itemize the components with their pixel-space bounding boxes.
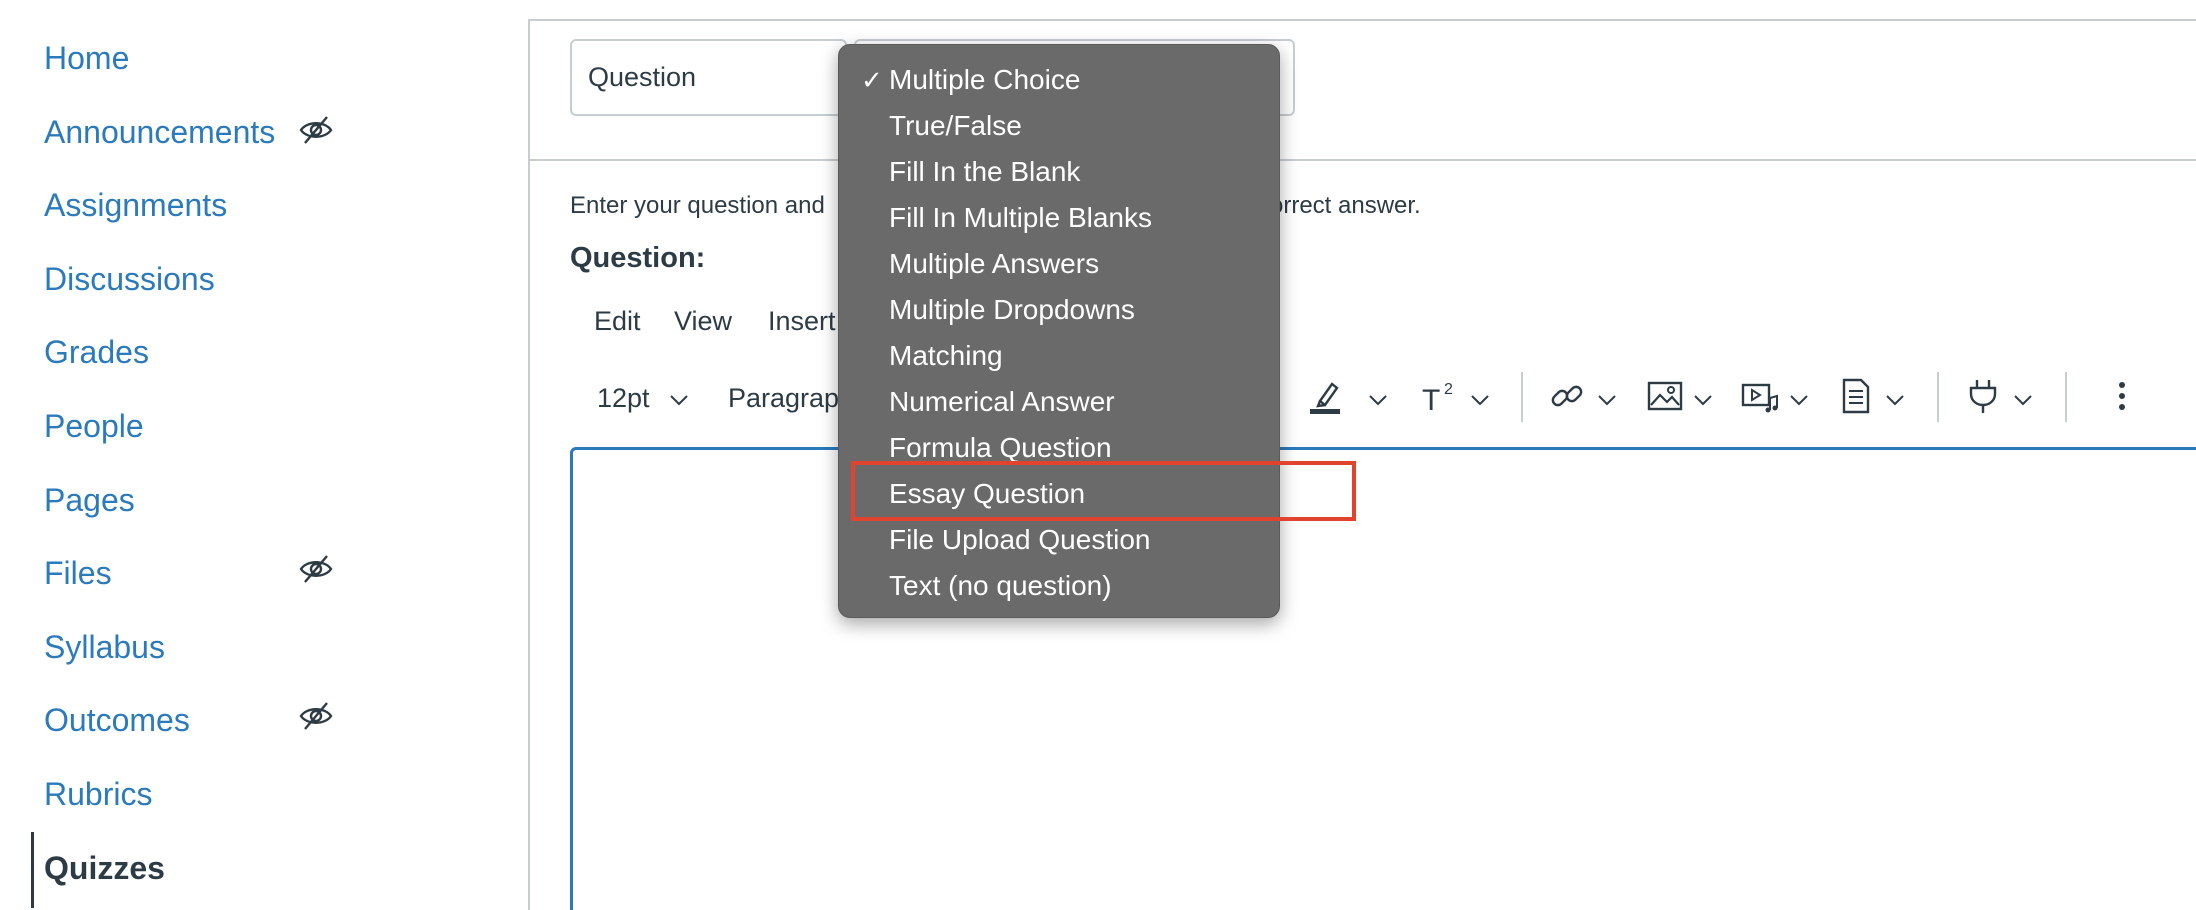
option-label: Multiple Choice [889,64,1081,95]
chevron-down-icon [1471,395,1489,406]
document-icon[interactable] [1836,376,1876,416]
toolbar-divider [1521,372,1523,422]
option-label: Fill In the Blank [889,156,1081,187]
question-type-menu: ✓ Multiple Choice True/False Fill In the… [838,44,1280,618]
option-label: File Upload Question [889,524,1151,555]
option-label: Multiple Dropdowns [889,294,1135,325]
svg-text:2: 2 [1444,381,1453,398]
question-type-option-file-upload-question[interactable]: File Upload Question [839,517,1279,563]
nav-item-grades[interactable]: Grades [44,332,149,372]
option-label: Matching [889,340,1003,371]
nav-item-people[interactable]: People [44,406,144,446]
menu-view[interactable]: View [674,303,732,339]
menu-insert[interactable]: Insert [768,303,836,339]
nav-item-rubrics[interactable]: Rubrics [44,774,152,814]
question-type-option-fill-in-multiple-blanks[interactable]: Fill In Multiple Blanks [839,195,1279,241]
option-label: Formula Question [889,432,1112,463]
question-type-option-multiple-choice[interactable]: ✓ Multiple Choice [839,57,1279,103]
highlight-color-icon[interactable] [1306,376,1346,416]
option-label: True/False [889,110,1022,141]
chevron-down-icon [670,395,688,406]
nav-item-files[interactable]: Files [44,553,112,593]
panel-header-divider [530,159,2196,161]
plugin-icon[interactable] [1963,376,2003,416]
question-type-option-matching[interactable]: Matching [839,333,1279,379]
chevron-down-icon [1369,395,1387,406]
option-label: Text (no question) [889,570,1112,601]
more-options-icon[interactable] [2102,376,2142,416]
chevron-down-icon [1598,395,1616,406]
eye-slash-icon [299,702,333,730]
chevron-down-icon [1694,395,1712,406]
question-type-option-fill-in-the-blank[interactable]: Fill In the Blank [839,149,1279,195]
question-type-option-essay-question[interactable]: Essay Question [839,471,1279,517]
question-instructions-end: orrect answer. [1270,192,1421,219]
question-type-option-numerical-answer[interactable]: Numerical Answer [839,379,1279,425]
eye-slash-icon [299,116,333,144]
nav-item-syllabus[interactable]: Syllabus [44,627,165,667]
nav-item-home[interactable]: Home [44,38,129,78]
font-size-select[interactable]: 12pt [597,380,650,416]
image-icon[interactable] [1645,376,1685,416]
question-type-option-multiple-answers[interactable]: Multiple Answers [839,241,1279,287]
question-type-option-true-false[interactable]: True/False [839,103,1279,149]
active-nav-indicator [31,832,34,908]
chevron-down-icon [1790,395,1808,406]
option-label: Fill In Multiple Blanks [889,202,1152,233]
block-format-select[interactable]: Paragraph [728,380,854,416]
course-navigation: Home Announcements Assignments Discussio… [0,0,528,910]
question-instructions: Enter your question and [570,192,825,219]
nav-item-pages[interactable]: Pages [44,480,135,520]
app-root: Home Announcements Assignments Discussio… [0,0,2196,910]
chevron-down-icon [1886,395,1904,406]
nav-item-assignments[interactable]: Assignments [44,185,227,225]
media-icon[interactable] [1740,376,1780,416]
question-name-input[interactable] [570,39,847,116]
question-type-option-text-no-question[interactable]: Text (no question) [839,563,1279,609]
nav-item-outcomes[interactable]: Outcomes [44,700,190,740]
chevron-down-icon [2014,395,2032,406]
svg-text:T: T [1422,384,1440,416]
question-type-option-formula-question[interactable]: Formula Question [839,425,1279,471]
nav-item-announcements[interactable]: Announcements [44,112,275,152]
nav-item-discussions[interactable]: Discussions [44,259,215,299]
link-icon[interactable] [1547,376,1587,416]
nav-item-quizzes[interactable]: Quizzes [44,848,165,888]
toolbar-divider [2065,372,2067,422]
superscript-icon[interactable]: T 2 [1420,376,1460,416]
option-label: Multiple Answers [889,248,1100,279]
option-label: Numerical Answer [889,386,1115,417]
checkmark-icon: ✓ [861,65,883,95]
question-type-option-multiple-dropdowns[interactable]: Multiple Dropdowns [839,287,1279,333]
option-label: Essay Question [889,478,1086,509]
question-label: Question: [570,242,706,274]
rich-text-editor-area[interactable] [570,447,2196,910]
menu-edit[interactable]: Edit [594,303,641,339]
toolbar-divider [1937,372,1939,422]
eye-slash-icon [299,555,333,583]
